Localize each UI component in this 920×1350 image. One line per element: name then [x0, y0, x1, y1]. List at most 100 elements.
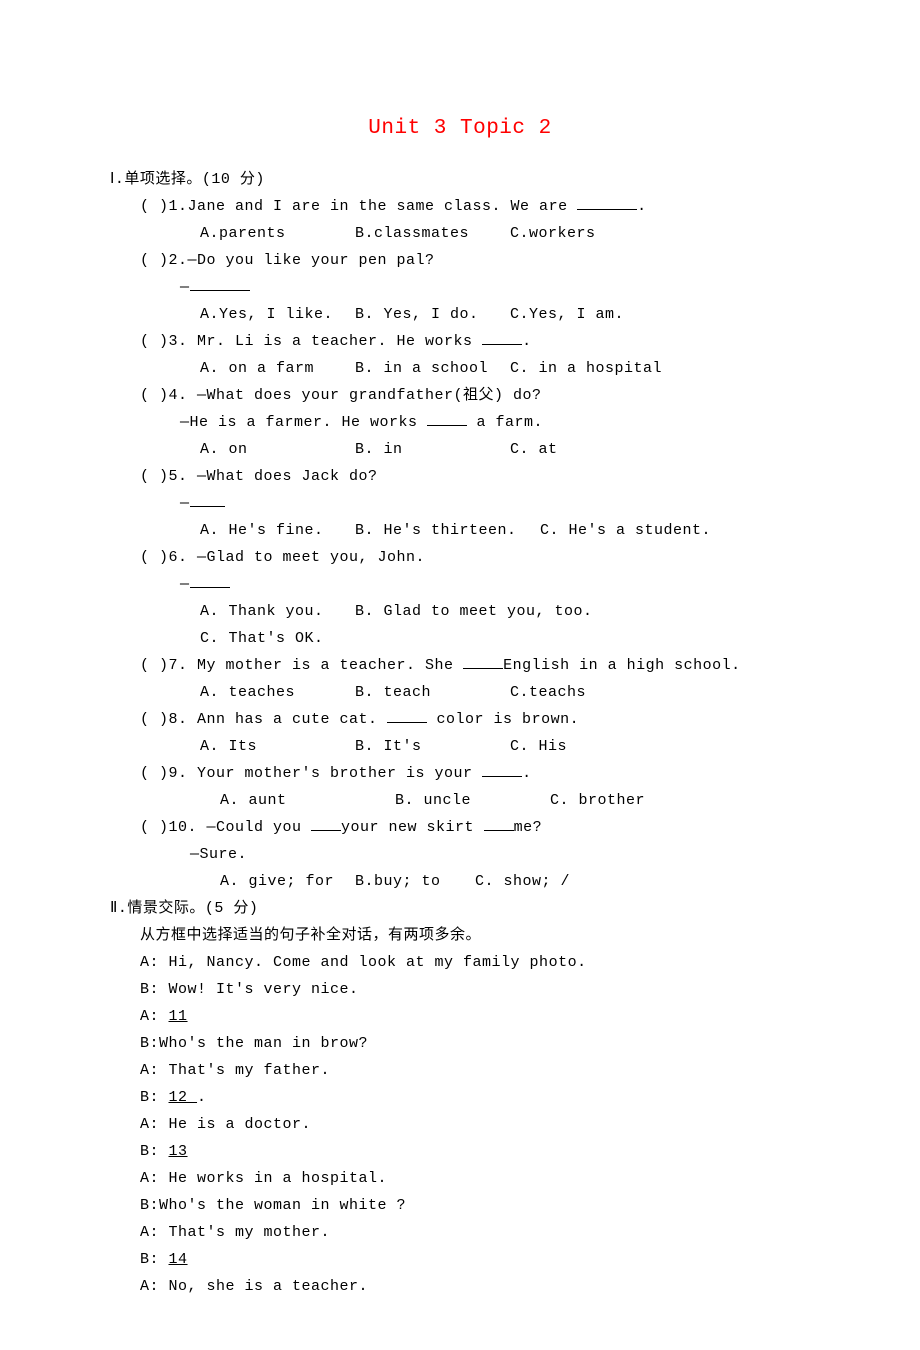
q7-b: B. teach: [355, 679, 510, 706]
q10-stem1: ( )10. —Could you: [140, 819, 311, 836]
q6-options-c: C. That's OK.: [110, 625, 810, 652]
q1: ( )1.Jane and I are in the same class. W…: [110, 193, 810, 220]
q8-c: C. His: [510, 738, 567, 755]
q4-a: A. on: [200, 436, 355, 463]
q4-b: B. in: [355, 436, 510, 463]
blank: [484, 816, 514, 831]
dlg-line-9: B:Who's the woman in white ?: [110, 1192, 810, 1219]
blank: [427, 411, 467, 426]
q7: ( )7. My mother is a teacher. She Englis…: [110, 652, 810, 679]
q10-a: A. give; for: [220, 868, 355, 895]
section-2-instr: 从方框中选择适当的句子补全对话，有两项多余。: [110, 922, 810, 949]
q9-b: B. uncle: [395, 787, 550, 814]
q10: ( )10. —Could you your new skirt me?: [110, 814, 810, 841]
q6-a: A. Thank you.: [200, 598, 355, 625]
dlg-line-3: B:Who's the man in brow?: [110, 1030, 810, 1057]
q3: ( )3. Mr. Li is a teacher. He works .: [110, 328, 810, 355]
q6-b: B. Glad to meet you, too.: [355, 603, 593, 620]
q5-a: A. He's fine.: [200, 517, 355, 544]
q3-b: B. in a school: [355, 355, 510, 382]
blank: [463, 654, 503, 669]
q9-stem2: .: [522, 765, 532, 782]
q5: ( )5. —What does Jack do?: [110, 463, 810, 490]
section-2-label: Ⅱ.情景交际。(5 分): [110, 895, 810, 922]
dlg-line-10: A: That's my mother.: [110, 1219, 810, 1246]
dlg-line-12: A: No, she is a teacher.: [110, 1273, 810, 1300]
q2-a: A.Yes, I like.: [200, 301, 355, 328]
q6-dash: —: [110, 571, 810, 598]
q8-stem1: ( )8. Ann has a cute cat.: [140, 711, 387, 728]
blank: [387, 708, 427, 723]
q5-b: B. He's thirteen.: [355, 517, 540, 544]
q7-options: A. teachesB. teachC.teachs: [110, 679, 810, 706]
q1-tail: .: [637, 198, 647, 215]
q2-dash: —: [110, 274, 810, 301]
dlg-line-1: B: Wow! It's very nice.: [110, 976, 810, 1003]
q7-c: C.teachs: [510, 684, 586, 701]
dlg-line-8: A: He works in a hospital.: [110, 1165, 810, 1192]
q9-options: A. auntB. uncleC. brother: [110, 787, 810, 814]
blank: [190, 492, 225, 507]
q2-b: B. Yes, I do.: [355, 301, 510, 328]
q10-stem3: me?: [514, 819, 543, 836]
q6-stem: ( )6. —Glad to meet you, John.: [140, 549, 425, 566]
q7-a: A. teaches: [200, 679, 355, 706]
q8: ( )8. Ann has a cute cat. color is brown…: [110, 706, 810, 733]
dlg-line-4: A: That's my father.: [110, 1057, 810, 1084]
q3-stem: ( )3. Mr. Li is a teacher. He works: [140, 333, 482, 350]
q3-tail: .: [522, 333, 532, 350]
q5-options: A. He's fine.B. He's thirteen.C. He's a …: [110, 517, 810, 544]
q4-options: A. onB. inC. at: [110, 436, 810, 463]
q2-options: A.Yes, I like.B. Yes, I do.C.Yes, I am.: [110, 301, 810, 328]
q3-c: C. in a hospital: [510, 360, 662, 377]
q9-stem1: ( )9. Your mother's brother is your: [140, 765, 482, 782]
q7-stem2: English in a high school.: [503, 657, 741, 674]
q1-a: A.parents: [200, 220, 355, 247]
q10-c: C. show; /: [475, 873, 570, 890]
q1-b: B.classmates: [355, 220, 510, 247]
q9-c: C. brother: [550, 792, 645, 809]
q1-stem: ( )1.Jane and I are in the same class. W…: [140, 198, 577, 215]
q10-stem2: your new skirt: [341, 819, 484, 836]
q4-stem: ( )4. —What does your grandfather(祖父) do…: [140, 387, 542, 404]
blank: [311, 816, 341, 831]
dlg-line-2: A: 11: [110, 1003, 810, 1030]
q10-line2: —Sure.: [110, 841, 810, 868]
blank-12: 12: [169, 1089, 198, 1106]
q8-b: B. It's: [355, 733, 510, 760]
q9-a: A. aunt: [220, 787, 395, 814]
q1-c: C.workers: [510, 225, 596, 242]
q7-stem1: ( )7. My mother is a teacher. She: [140, 657, 463, 674]
q8-options: A. ItsB. It'sC. His: [110, 733, 810, 760]
dlg-line-0: A: Hi, Nancy. Come and look at my family…: [110, 949, 810, 976]
q3-options: A. on a farmB. in a schoolC. in a hospit…: [110, 355, 810, 382]
blank-14: 14: [169, 1251, 188, 1268]
q8-stem2: color is brown.: [427, 711, 579, 728]
dlg-line-11: B: 14: [110, 1246, 810, 1273]
blank: [577, 195, 637, 210]
q1-options: A.parentsB.classmatesC.workers: [110, 220, 810, 247]
blank: [190, 573, 230, 588]
blank: [482, 762, 522, 777]
q6-options-ab: A. Thank you.B. Glad to meet you, too.: [110, 598, 810, 625]
blank-11: 11: [169, 1008, 188, 1025]
dlg-line-6: A: He is a doctor.: [110, 1111, 810, 1138]
q5-dash: —: [110, 490, 810, 517]
q10-options: A. give; forB.buy; toC. show; /: [110, 868, 810, 895]
section-1-label: Ⅰ.单项选择。(10 分): [110, 166, 810, 193]
q9: ( )9. Your mother's brother is your .: [110, 760, 810, 787]
q2-c: C.Yes, I am.: [510, 306, 624, 323]
q4: ( )4. —What does your grandfather(祖父) do…: [110, 382, 810, 409]
page-title: Unit 3 Topic 2: [110, 110, 810, 148]
dlg-line-5: B: 12 .: [110, 1084, 810, 1111]
q2: ( )2.—Do you like your pen pal?: [110, 247, 810, 274]
q5-c: C. He's a student.: [540, 522, 711, 539]
q6-c: C. That's OK.: [200, 630, 324, 647]
blank: [482, 330, 522, 345]
q4-c: C. at: [510, 441, 558, 458]
blank: [190, 276, 250, 291]
q2-stem: ( )2.—Do you like your pen pal?: [140, 252, 435, 269]
blank-13: 13: [169, 1143, 188, 1160]
q8-a: A. Its: [200, 733, 355, 760]
q10-b: B.buy; to: [355, 868, 475, 895]
